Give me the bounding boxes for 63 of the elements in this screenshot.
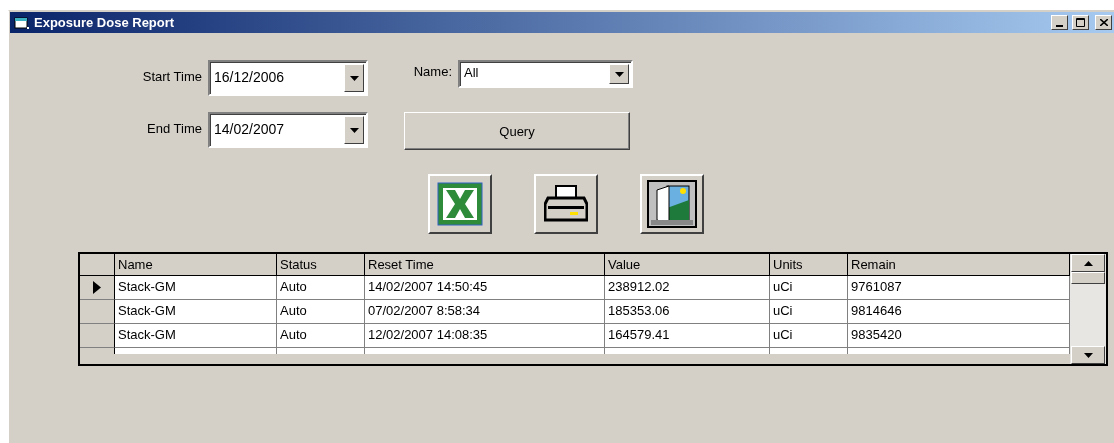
minimize-button[interactable] xyxy=(1051,15,1068,30)
table-cell: Auto xyxy=(277,300,365,324)
export-button[interactable] xyxy=(428,174,492,234)
name-dropdown[interactable]: All xyxy=(458,60,633,88)
scroll-up-button[interactable] xyxy=(1071,254,1105,272)
table-cell: 9814646 xyxy=(848,300,1070,324)
table-cell: 14/02/2007 14:50:45 xyxy=(365,276,605,300)
start-time-label: Start Time xyxy=(142,69,202,84)
table-cell: 164579.41 xyxy=(605,324,770,348)
maximize-button[interactable] xyxy=(1072,15,1089,30)
query-button[interactable]: Query xyxy=(404,112,630,150)
close-button[interactable] xyxy=(1095,15,1112,30)
end-time-dropdown[interactable]: 14/02/2007 xyxy=(208,112,368,148)
minimize-icon xyxy=(1056,25,1063,27)
scroll-down-button[interactable] xyxy=(1071,346,1105,364)
down-arrow-icon xyxy=(614,71,624,77)
scroll-thumb[interactable] xyxy=(1071,272,1105,284)
column-header[interactable]: Status xyxy=(277,254,365,276)
down-arrow-icon xyxy=(1083,352,1093,358)
table-cell: Stack-GM xyxy=(115,276,277,300)
up-arrow-icon xyxy=(1083,260,1093,266)
down-arrow-icon xyxy=(349,75,359,81)
print-button[interactable] xyxy=(534,174,598,234)
column-header[interactable]: Units xyxy=(770,254,848,276)
name-value: All xyxy=(463,64,480,82)
start-time-dropdown[interactable]: 16/12/2006 xyxy=(208,60,368,96)
dropdown-button[interactable] xyxy=(344,64,364,92)
table-cell: 185353.06 xyxy=(605,300,770,324)
row-header[interactable] xyxy=(80,324,115,348)
table-cell: Auto xyxy=(277,324,365,348)
table-cell: 9761087 xyxy=(848,276,1070,300)
table-cell: 07/02/2007 8:58:34 xyxy=(365,300,605,324)
name-label: Name: xyxy=(413,64,452,79)
dropdown-button[interactable] xyxy=(344,116,364,144)
column-header[interactable]: Remain xyxy=(848,254,1070,276)
maximize-icon xyxy=(1076,18,1085,27)
table-cell: Stack-GM xyxy=(115,300,277,324)
exit-button[interactable] xyxy=(640,174,704,234)
scrollbar[interactable] xyxy=(1070,254,1106,364)
table-cell: 12/02/2007 14:08:35 xyxy=(365,324,605,348)
window-icon xyxy=(14,15,30,30)
table-cell: Stack-GM xyxy=(115,324,277,348)
table-cell: uCi xyxy=(770,276,848,300)
start-time-value: 16/12/2006 xyxy=(213,68,286,87)
printer-icon xyxy=(544,184,588,224)
close-icon xyxy=(1099,19,1108,26)
table-cell: Auto xyxy=(277,276,365,300)
window-title: Exposure Dose Report xyxy=(34,15,176,30)
down-arrow-icon xyxy=(349,127,359,133)
row-header[interactable] xyxy=(80,300,115,324)
dropdown-button[interactable] xyxy=(609,64,629,84)
spreadsheet-icon xyxy=(437,182,483,226)
column-header[interactable]: Reset Time xyxy=(365,254,605,276)
table-cell: 9835420 xyxy=(848,324,1070,348)
table-cell: uCi xyxy=(770,324,848,348)
table-cell: 238912.02 xyxy=(605,276,770,300)
row-header[interactable] xyxy=(80,276,115,300)
end-time-label: End Time xyxy=(147,121,202,136)
end-time-value: 14/02/2007 xyxy=(213,120,286,139)
door-icon xyxy=(647,180,697,228)
column-header[interactable]: Name xyxy=(115,254,277,276)
table-cell: uCi xyxy=(770,300,848,324)
column-header[interactable]: Value xyxy=(605,254,770,276)
